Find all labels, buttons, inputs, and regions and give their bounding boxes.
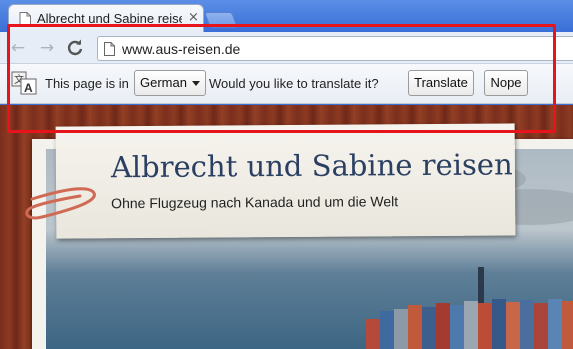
page-icon [19,12,31,26]
translate-button[interactable]: Translate [408,70,474,96]
tab-active[interactable]: Albrecht und Sabine reisen | × [8,4,204,32]
container-ship [366,299,573,349]
tab-title: Albrecht und Sabine reisen | [37,11,182,26]
page-icon [104,42,115,56]
translate-icon: 文 A [11,71,37,95]
browser-window: Albrecht und Sabine reisen | × ← → www.a… [0,0,573,349]
new-tab-button[interactable] [204,12,238,28]
language-select-value: German [140,75,187,90]
page-content: Albrecht und Sabine reisen Ohne Flugzeug… [0,105,573,349]
close-icon[interactable]: × [188,10,199,25]
site-subtitle: Ohne Flugzeug nach Kanada und um die Wel… [111,193,399,212]
nope-button[interactable]: Nope [484,70,528,96]
forward-arrow-icon[interactable]: → [36,37,58,59]
reload-icon[interactable] [64,37,86,59]
tab-strip: Albrecht und Sabine reisen | × [0,0,573,32]
toolbar: ← → www.aus-reisen.de [0,32,573,64]
infobar-prefix-text: This page is in [45,76,129,91]
translate-infobar: 文 A This page is in German Would you lik… [0,64,573,104]
svg-text:A: A [24,81,33,95]
back-arrow-icon[interactable]: ← [7,37,29,59]
paperclip-icon [25,187,96,220]
site-title[interactable]: Albrecht und Sabine reisen [111,147,513,184]
site-header-card: Albrecht und Sabine reisen Ohne Flugzeug… [55,123,516,239]
dropdown-caret-icon [192,81,200,86]
infobar-question-text: Would you like to translate it? [209,76,379,91]
address-bar[interactable]: www.aus-reisen.de [97,36,573,61]
language-select[interactable]: German [134,70,206,96]
url-text[interactable]: www.aus-reisen.de [122,41,240,57]
